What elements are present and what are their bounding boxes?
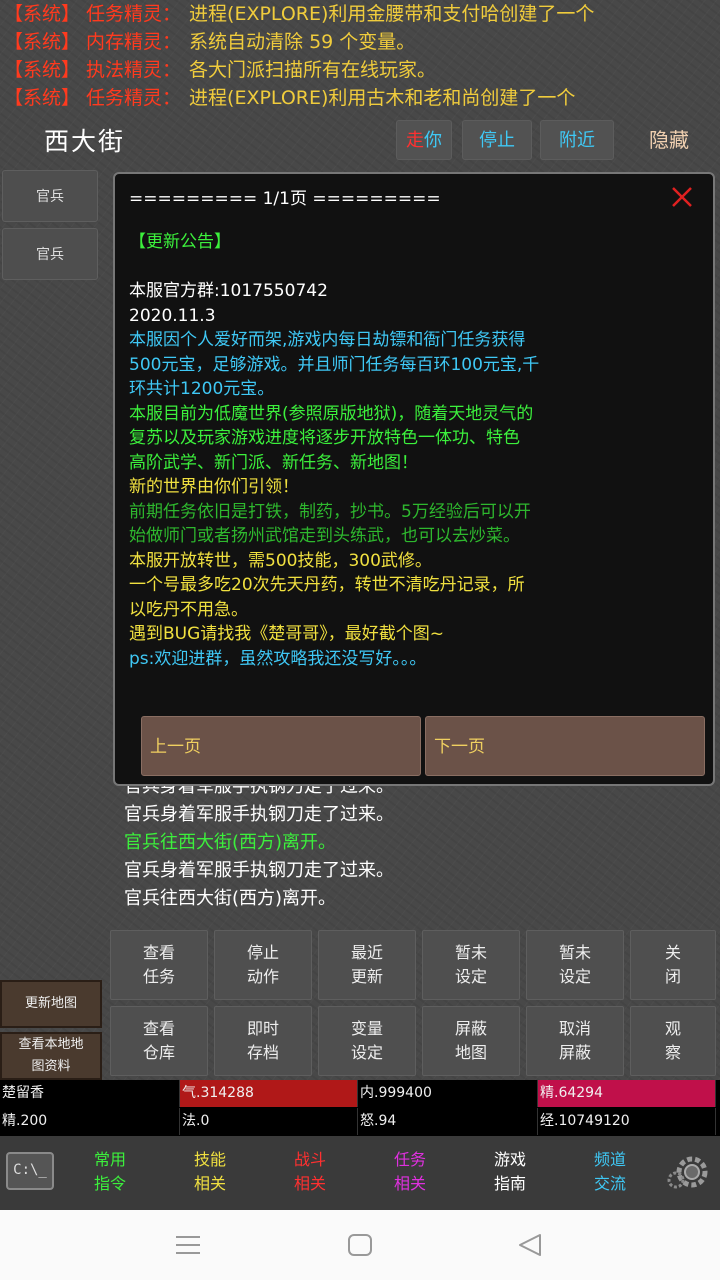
prev-page-button[interactable]: 上一页 — [141, 716, 421, 776]
announcement-line: 以吃丹不用急。 — [129, 599, 248, 620]
tab-common-commands[interactable]: 常用 指令 — [70, 1148, 150, 1196]
announcement-line: 本服开放转世，需500技能，300武修。 — [129, 550, 432, 571]
android-navigation-bar — [0, 1210, 720, 1280]
settings-gear-icon[interactable] — [664, 1152, 712, 1192]
stat-jing-2: 精.200 — [0, 1108, 180, 1135]
stat-qi: 气.314288 — [180, 1080, 358, 1107]
stat-jing: 精.64294 — [538, 1080, 716, 1107]
tab-combat[interactable]: 战斗 相关 — [270, 1148, 350, 1196]
system-log-line: 【系统】 内存精灵： 系统自动清除 59 个变量。 — [4, 31, 416, 53]
variable-settings-button[interactable]: 变量 设定 — [318, 1006, 416, 1076]
announcement-text: 【更新公告】 本服官方群:1017550742 2020.11.3 本服因个人爱… — [129, 230, 703, 671]
page-indicator: ========= 1/1页 ========= — [129, 189, 441, 209]
announcement-line: 500元宝，足够游戏。并且师门任务每百环100元宝,千 — [129, 354, 540, 375]
tab-skills[interactable]: 技能 相关 — [170, 1148, 250, 1196]
block-map-button[interactable]: 屏蔽 地图 — [422, 1006, 520, 1076]
stop-button[interactable]: 停止 — [462, 120, 532, 160]
announcement-line: 本服因个人爱好而架,游戏内每日劫镖和衙门任务获得 — [129, 330, 526, 350]
pagination: 上一页 下一页 — [135, 712, 705, 776]
tab-guide[interactable]: 游戏 指南 — [470, 1148, 550, 1196]
stat-neili: 内.999400 — [358, 1080, 538, 1107]
close-icon[interactable] — [667, 182, 697, 212]
stop-action-button[interactable]: 停止 动作 — [214, 930, 312, 1000]
player-name: 楚留香 — [0, 1080, 180, 1107]
unset-button[interactable]: 暂未 设定 — [422, 930, 520, 1000]
announcement-dialog: ========= 1/1页 ========= 【更新公告】 本服官方群:10… — [113, 172, 715, 786]
chat-line: 官兵往西大街(西方)离开。 — [124, 888, 337, 909]
local-map-info-button[interactable]: 查看本地地 图资料 — [0, 1032, 102, 1080]
unblock-button[interactable]: 取消 屏蔽 — [526, 1006, 624, 1076]
tab-channels[interactable]: 频道 交流 — [570, 1148, 650, 1196]
walk-button[interactable]: 走你 — [396, 120, 452, 160]
system-log-line: 【系统】 任务精灵： 进程(EXPLORE)利用古木和老和尚创建了一个 — [4, 87, 576, 109]
update-map-button[interactable]: 更新地图 — [0, 980, 102, 1028]
announcement-line: 高阶武学、新门派、新任务、新地图！ — [129, 452, 418, 473]
unset-button[interactable]: 暂未 设定 — [526, 930, 624, 1000]
system-log: 【系统】 任务精灵： 进程(EXPLORE)利用金腰带和支付哈创建了一个 【系统】内… — [0, 0, 720, 112]
chat-line: 官兵身着军服手执钢刀走了过来。 — [124, 860, 394, 881]
stat-exp: 经.10749120 — [538, 1108, 716, 1135]
npc-button[interactable]: 官兵 — [2, 170, 98, 222]
recent-updates-button[interactable]: 最近 更新 — [318, 930, 416, 1000]
announcement-line: 本服官方群:1017550742 — [129, 281, 328, 301]
announcement-line: ps:欢迎进群，虽然攻略我还没写好。。。 — [129, 648, 427, 669]
stat-fa: 法.0 — [180, 1108, 358, 1135]
announcement-line: 复苏以及玩家游戏进度将逐步开放特色一体功、特色 — [129, 428, 520, 448]
hide-button[interactable]: 隐藏 — [626, 120, 712, 160]
stat-nu: 怒.94 — [358, 1108, 538, 1135]
announcement-line: 遇到BUG请找我《楚哥哥》，最好截个图~ — [129, 624, 445, 644]
announcement-line: 新的世界由你们引领！ — [129, 477, 299, 497]
chat-line: 官兵往西大街(西方)离开。 — [124, 832, 337, 853]
save-now-button[interactable]: 即时 存档 — [214, 1006, 312, 1076]
announcement-line: 始做师门或者扬州武馆走到头练武，也可以去炒菜。 — [129, 526, 520, 546]
system-log-line: 【系统】 任务精灵： 进程(EXPLORE)利用金腰带和支付哈创建了一个 — [4, 3, 595, 25]
back-icon[interactable] — [516, 1232, 544, 1258]
announcement-line: 一个号最多吃20次先天丹药，转世不清吃丹记录，所 — [129, 575, 525, 595]
view-storage-button[interactable]: 查看 仓库 — [110, 1006, 208, 1076]
announcement-line: 环共计1200元宝。 — [129, 379, 275, 399]
game-screen: 【系统】 任务精灵： 进程(EXPLORE)利用金腰带和支付哈创建了一个 【系统】内… — [0, 0, 720, 1210]
close-button[interactable]: 关闭 — [630, 930, 716, 1000]
view-quest-button[interactable]: 查看 任务 — [110, 930, 208, 1000]
observe-button[interactable]: 观察 — [630, 1006, 716, 1076]
command-line-icon[interactable]: C:\_ — [6, 1152, 54, 1190]
home-icon[interactable] — [346, 1232, 374, 1258]
bottom-tab-bar: C:\_ 常用 指令 技能 相关 战斗 相关 任务 相关 游戏 指南 频道 交流 — [0, 1136, 720, 1210]
announcement-line: 前期任务依旧是打铁，制药，抄书。5万经验后可以开 — [129, 501, 531, 522]
chat-log: 官兵身着军服手执钢刀走了过来。 官兵身着军服手执钢刀走了过来。 官兵往西大街(西… — [124, 773, 714, 913]
announcement-line: 本服目前为低魔世界(参照原版地狱)，随着天地灵气的 — [129, 403, 534, 424]
announcement-title: 【更新公告】 — [129, 232, 231, 252]
chat-line: 官兵身着军服手执钢刀走了过来。 — [124, 804, 394, 825]
npc-button[interactable]: 官兵 — [2, 228, 98, 280]
status-bar: 楚留香 气.314288 内.999400 精.64294 精.200 法.0 … — [0, 1080, 720, 1136]
menu-icon[interactable] — [174, 1232, 202, 1258]
announcement-line: 2020.11.3 — [129, 305, 216, 326]
location-title: 西大街 — [44, 127, 126, 156]
tab-quests[interactable]: 任务 相关 — [370, 1148, 450, 1196]
system-log-line: 【系统】 执法精灵： 各大门派扫描所有在线玩家。 — [4, 59, 437, 81]
nearby-button[interactable]: 附近 — [540, 120, 614, 160]
next-page-button[interactable]: 下一页 — [425, 716, 705, 776]
